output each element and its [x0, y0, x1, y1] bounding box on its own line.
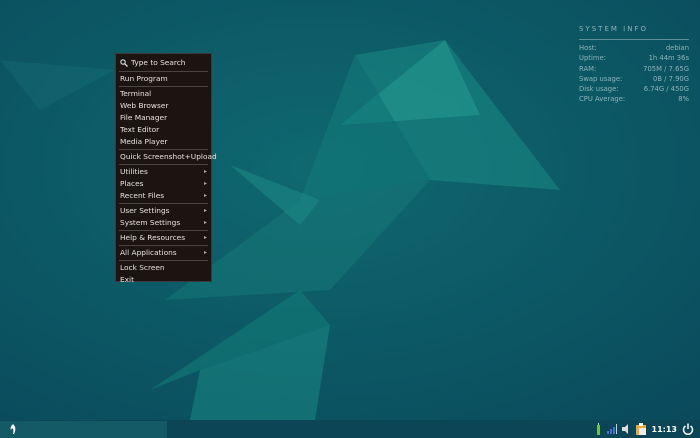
application-menu: Type to Search Run Program Terminal Web Bro… — [115, 53, 217, 284]
sysinfo-value: debian — [665, 44, 689, 52]
menu-item-terminal[interactable]: Terminal — [118, 88, 209, 100]
chevron-right-icon: ▸ — [203, 192, 207, 199]
menu-search[interactable]: Type to Search — [118, 56, 209, 70]
menu-item-system-settings[interactable]: System Settings ▸ — [118, 217, 209, 229]
menu-item-web-browser[interactable]: Web Browser — [118, 100, 209, 112]
menu-item-file-manager[interactable]: File Manager — [118, 112, 209, 124]
chevron-right-icon: ▸ — [203, 249, 207, 256]
menu-separator — [119, 86, 208, 87]
sysinfo-value: 0B / 7.90G — [653, 74, 689, 83]
menu-separator — [119, 245, 208, 246]
search-icon — [120, 59, 128, 67]
sysinfo-label: Swap usage: — [579, 74, 623, 83]
sysinfo-value: 8% — [678, 95, 689, 104]
clock[interactable]: 11:13 — [652, 425, 677, 434]
chevron-right-icon: ▸ — [203, 168, 207, 175]
chevron-right-icon: ▸ — [203, 234, 207, 241]
sysinfo-row: Uptime: 1h 44m 36s — [579, 54, 689, 64]
system-info-title: SYSTEM INFO — [579, 25, 648, 33]
menu-separator — [119, 149, 208, 150]
sysinfo-label: Host: — [579, 44, 597, 52]
start-menu-icon[interactable] — [9, 423, 18, 435]
sysinfo-row: Disk usage: 6.74G / 450G — [579, 85, 689, 95]
chevron-right-icon: ▸ — [203, 180, 207, 187]
menu-item-all-applications[interactable]: All Applications ▸ — [118, 247, 209, 259]
menu-separator — [119, 230, 208, 231]
network-signal-icon[interactable] — [606, 424, 617, 434]
sysinfo-row: Swap usage: 0B / 7.90G — [579, 75, 689, 85]
clipboard-icon[interactable] — [635, 423, 647, 435]
sysinfo-row: CPU Average: 8% — [579, 95, 689, 105]
system-info-widget: SYSTEM INFO Host: debian Uptime: 1h 44m 36s… — [579, 25, 689, 106]
system-tray: 11:13 — [596, 420, 700, 438]
menu-item-utilities[interactable]: Utilities ▸ — [118, 166, 209, 178]
power-icon[interactable] — [682, 423, 694, 435]
menu-separator — [119, 260, 208, 261]
menu-separator — [119, 71, 208, 72]
menu-item-recent-files[interactable]: Recent Files ▸ — [118, 190, 209, 202]
menu-item-lock-screen[interactable]: Lock Screen — [118, 262, 209, 274]
volume-icon[interactable] — [621, 424, 631, 434]
chevron-right-icon: ▸ — [203, 219, 207, 226]
menu-separator — [119, 164, 208, 165]
sysinfo-label: Disk usage: — [579, 85, 619, 94]
sysinfo-value: 1h 44m 36s — [648, 54, 689, 63]
sysinfo-row: RAM: 705M / 7.65G — [579, 65, 689, 75]
menu-item-user-settings[interactable]: User Settings ▸ — [118, 205, 209, 217]
menu-item-run-program[interactable]: Run Program — [118, 73, 209, 85]
battery-icon[interactable] — [596, 423, 602, 435]
sysinfo-label: Uptime: — [579, 54, 606, 63]
taskbar-window-list[interactable] — [0, 421, 167, 438]
chevron-right-icon: ▸ — [203, 207, 207, 214]
menu-item-exit[interactable]: Exit — [118, 274, 209, 286]
sysinfo-label: CPU Average: — [579, 95, 626, 104]
menu-separator — [119, 203, 208, 204]
taskbar: 11:13 — [0, 420, 700, 438]
sysinfo-value: 705M / 7.65G — [643, 64, 689, 73]
menu-item-places[interactable]: Places ▸ — [118, 178, 209, 190]
menu-item-text-editor[interactable]: Text Editor — [118, 124, 209, 136]
sysinfo-label: RAM: — [579, 64, 597, 73]
sysinfo-value: 6.74G / 450G — [643, 85, 689, 94]
menu-item-media-player[interactable]: Media Player — [118, 136, 209, 148]
sysinfo-row: Host: debian — [579, 44, 689, 54]
divider — [579, 39, 689, 40]
menu-item-quick-screenshot-upload[interactable]: Quick Screenshot+Upload — [118, 151, 217, 163]
menu-item-help-resources[interactable]: Help & Resources ▸ — [118, 232, 209, 244]
